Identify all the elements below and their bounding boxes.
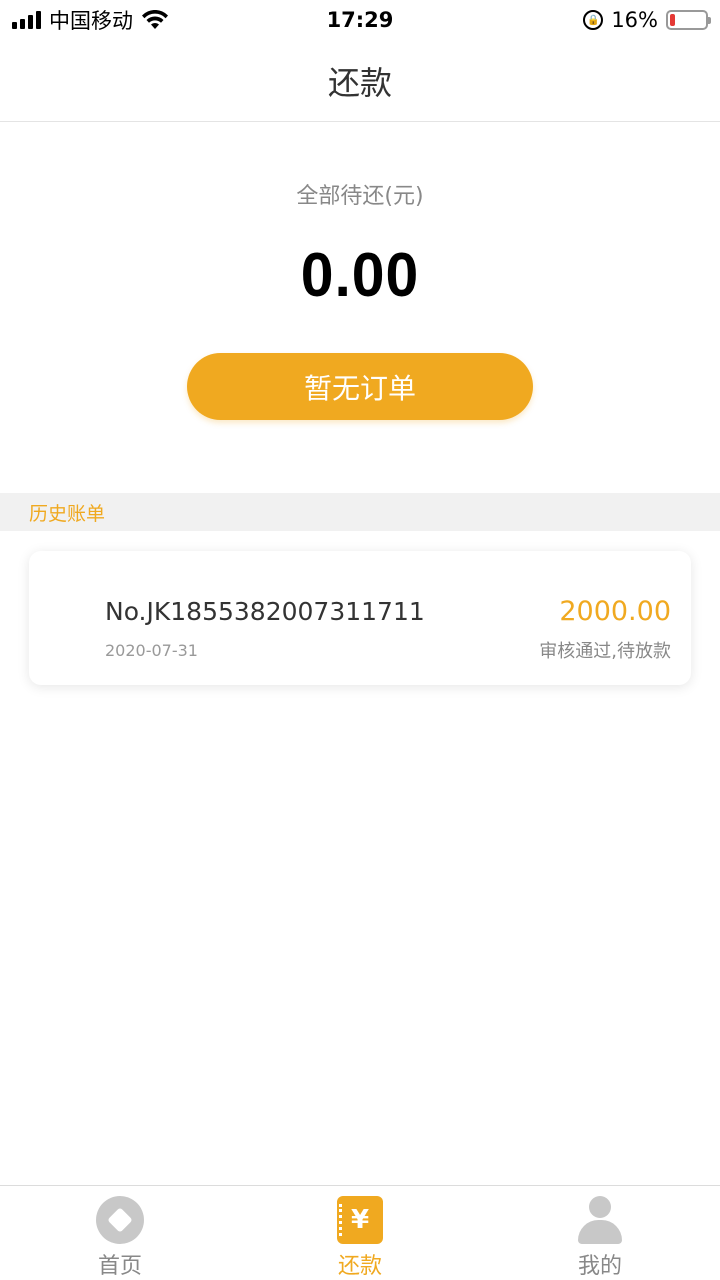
history-section-header: 历史账单 [0,493,720,531]
status-bar: 中国移动 17:29 🔒 16% [0,0,720,40]
total-due-label: 全部待还(元) [296,184,424,209]
tab-home-label: 首页 [97,1254,142,1279]
total-due-amount: 0.00 [300,241,420,310]
wifi-icon [142,10,168,29]
battery-level [670,14,676,26]
bill-date: 2020-07-31 [105,641,198,660]
page-title: 还款 [327,63,392,102]
orientation-lock-icon: 🔒 [583,10,604,30]
carrier-name: 中国移动 [49,9,133,33]
user-icon [576,1196,624,1244]
tab-repayment-label: 还款 [337,1254,382,1279]
bill-card[interactable]: No.JK1855382007311711 2020-07-31 2000.00… [29,551,691,685]
bill-amount: 2000.00 [559,596,671,627]
no-order-button[interactable]: 暂无订单 [187,353,533,420]
home-icon [96,1196,144,1244]
repayment-screen: 中国移动 17:29 🔒 16% 还款 全部待还(元) 0.00 暂无订单 历史… [0,0,720,1280]
nav-bar: 还款 [0,40,720,122]
status-left: 中国移动 [12,5,169,35]
tab-bar: 首页 ¥ 还款 我的 [0,1185,720,1280]
repay-icon: ¥ [337,1196,383,1244]
battery-percent: 16% [611,8,658,32]
tab-home[interactable]: 首页 [0,1186,240,1280]
battery-icon [666,10,711,30]
bill-status: 审核通过,待放款 [539,641,671,662]
tab-profile[interactable]: 我的 [480,1186,720,1280]
status-right: 🔒 16% [583,8,711,32]
tab-repayment[interactable]: ¥ 还款 [240,1186,480,1280]
bill-number: No.JK1855382007311711 [105,597,425,626]
tab-profile-label: 我的 [577,1254,622,1279]
signal-icon [12,11,41,29]
